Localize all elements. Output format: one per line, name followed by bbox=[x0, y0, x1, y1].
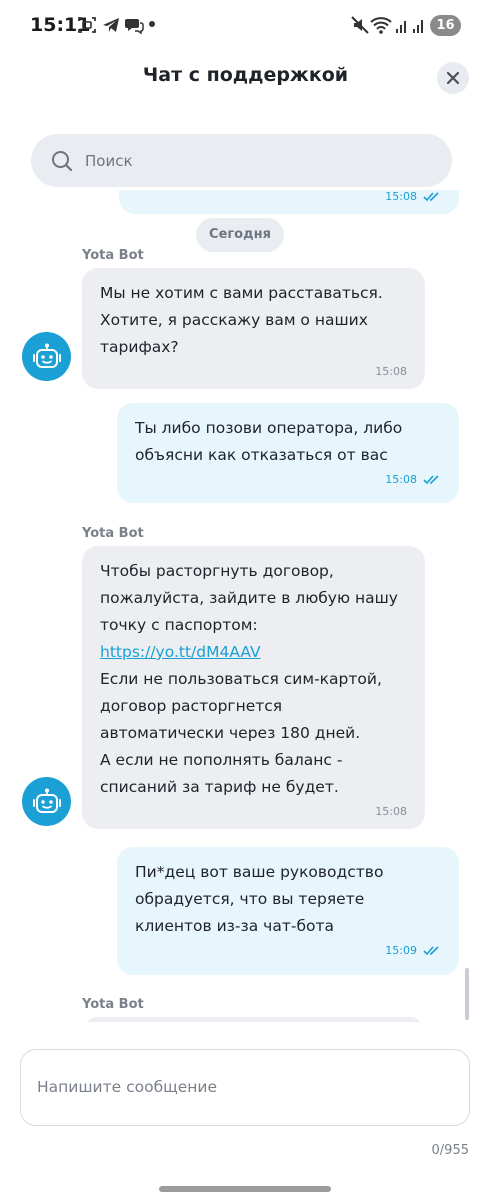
double-check-icon bbox=[423, 192, 439, 202]
telegram-icon bbox=[103, 18, 119, 32]
search-input[interactable] bbox=[85, 151, 405, 170]
message-bubble-user: Ты либо позови оператора, либо объясни к… bbox=[117, 403, 459, 503]
message-line: объясни как отказаться от вас bbox=[135, 446, 388, 464]
home-indicator[interactable] bbox=[159, 1186, 331, 1192]
message-text: Мы не хотим с вами расставаться. Хотите,… bbox=[100, 280, 407, 361]
char-counter: 0/955 bbox=[431, 1143, 469, 1158]
signal-icon bbox=[413, 20, 423, 33]
message-line: списаний за тариф не будет. bbox=[100, 778, 339, 796]
search-icon bbox=[52, 150, 73, 171]
search-bar[interactable] bbox=[31, 134, 452, 187]
double-check-icon bbox=[423, 475, 439, 485]
message-time: 15:09 bbox=[385, 944, 417, 957]
message-time: 15:08 bbox=[375, 805, 407, 818]
message-sender: Yota Bot bbox=[82, 526, 144, 541]
message-time: 15:08 bbox=[375, 365, 407, 378]
message-text: Ты либо позови оператора, либо объясни к… bbox=[135, 415, 441, 469]
message-time: 15:08 bbox=[385, 190, 417, 203]
signal-r-icon bbox=[396, 21, 406, 33]
message-bubble-bot: Чтобы расторгнуть договор, пожалуйста, з… bbox=[82, 546, 425, 829]
close-button[interactable] bbox=[437, 62, 469, 94]
message-text: Чтобы расторгнуть договор, пожалуйста, з… bbox=[100, 558, 407, 801]
message-bubble-user-previous: 15:08 bbox=[119, 190, 459, 214]
mute-icon bbox=[351, 16, 369, 34]
message-text: Пи*дец вот ваше руководство обрадуется, … bbox=[135, 859, 441, 940]
message-link[interactable]: https://yo.tt/dM4AAV bbox=[100, 643, 261, 661]
message-line: А если не пополнять баланс - bbox=[100, 751, 343, 769]
message-input[interactable] bbox=[37, 1074, 453, 1101]
notification-dot-icon bbox=[149, 21, 155, 27]
page-title: Чат с поддержкой bbox=[142, 64, 349, 86]
message-time: 15:08 bbox=[385, 473, 417, 486]
message-sender: Yota Bot bbox=[82, 997, 144, 1012]
bot-avatar bbox=[22, 332, 71, 381]
robot-icon bbox=[32, 343, 61, 368]
message-bubble-user: Пи*дец вот ваше руководство обрадуется, … bbox=[117, 847, 459, 975]
message-bubble-bot: Мы не хотим с вами расставаться. Хотите,… bbox=[82, 268, 425, 389]
date-divider: Сегодня bbox=[196, 218, 284, 252]
bot-avatar bbox=[22, 777, 71, 826]
message-line: клиентов из-за чат-бота bbox=[135, 917, 335, 935]
message-line: Чтобы расторгнуть договор, bbox=[100, 562, 334, 580]
message-line: пожалуйста, зайдите в любую нашу bbox=[100, 589, 398, 607]
message-line: Пи*дец вот ваше руководство bbox=[135, 863, 384, 881]
wifi-icon bbox=[370, 17, 392, 34]
close-icon bbox=[446, 71, 460, 85]
message-line: автоматически через 180 дней. bbox=[100, 724, 361, 742]
chat-scrollbar[interactable] bbox=[465, 968, 469, 1020]
message-list[interactable]: 15:08 Сегодня Yota Bot Мы не хотим с вам… bbox=[0, 190, 491, 1022]
message-line: Если не пользоваться сим-картой, bbox=[100, 670, 382, 688]
double-check-icon bbox=[423, 946, 439, 956]
status-bar: 15:11 16 bbox=[0, 0, 491, 52]
chat-screen: 15:11 16 Чат с поддержкой Поиск 15:08 Се… bbox=[0, 0, 491, 1200]
robot-icon bbox=[32, 788, 61, 813]
message-line: Хотите, я расскажу вам о наших bbox=[100, 311, 368, 329]
message-line: Мы не хотим с вами расставаться. bbox=[100, 284, 383, 302]
message-sender: Yota Bot bbox=[82, 248, 144, 263]
message-line: договор расторгнется bbox=[100, 697, 283, 715]
message-bubble-bot-partial bbox=[82, 1017, 425, 1022]
screenshot-icon bbox=[78, 17, 96, 33]
message-line: Ты либо позови оператора, либо bbox=[135, 419, 403, 437]
chat-bubbles-icon bbox=[125, 19, 144, 35]
message-line: обрадуется, что вы теряете bbox=[135, 890, 365, 908]
battery-indicator: 16 bbox=[430, 15, 461, 36]
message-composer[interactable] bbox=[20, 1049, 470, 1126]
message-line: тарифах? bbox=[100, 338, 179, 356]
message-line: точку с паспортом: bbox=[100, 616, 258, 634]
